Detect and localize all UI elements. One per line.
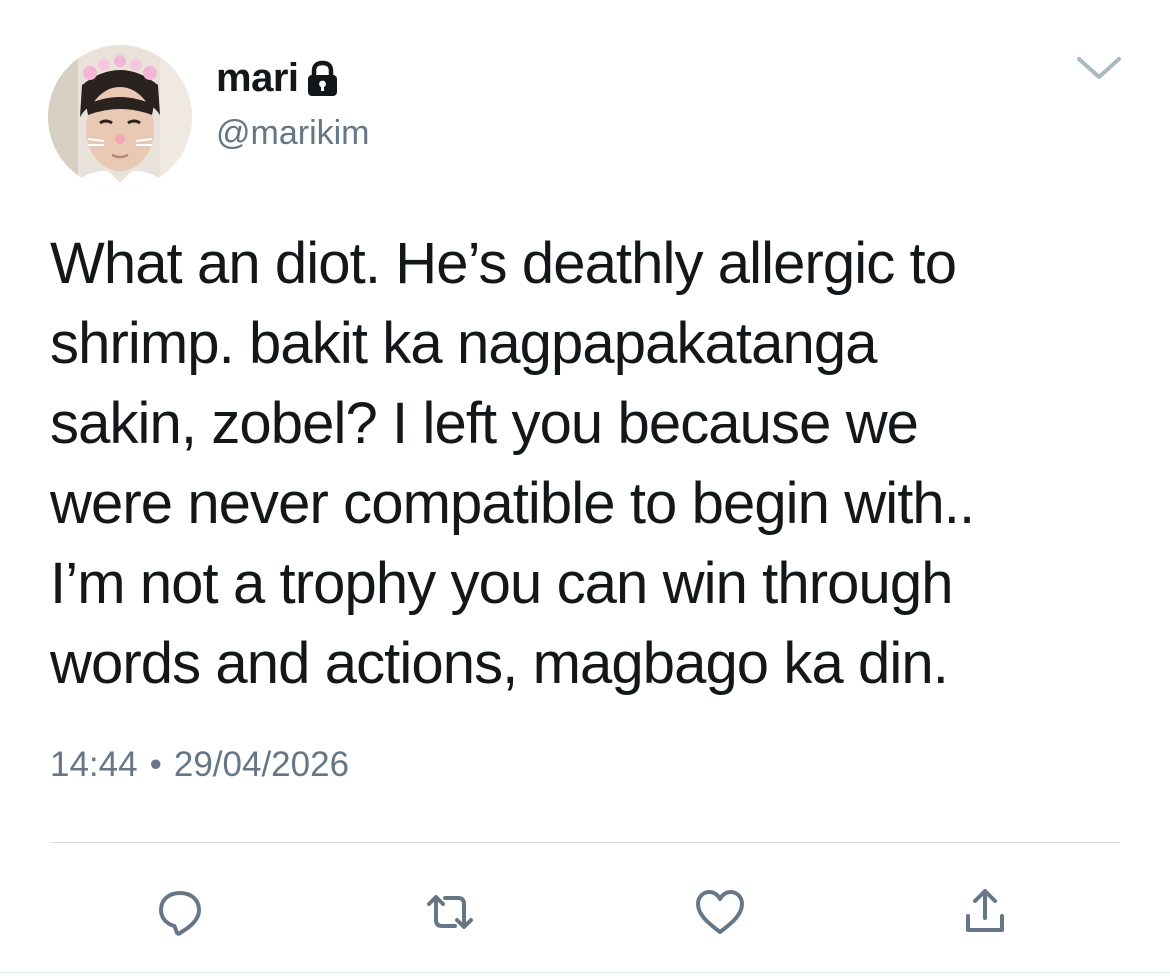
like-button[interactable]: [690, 882, 750, 942]
share-icon: [966, 889, 1004, 932]
retweet-button[interactable]: [420, 882, 480, 942]
avatar[interactable]: [48, 45, 192, 189]
tweet-card: mari @marikim What an diot. He’s deathly…: [0, 0, 1170, 977]
tweet-date: 29/04/2026: [173, 745, 350, 784]
reply-button[interactable]: [150, 882, 210, 942]
display-name[interactable]: mari: [216, 56, 299, 101]
avatar-image: [48, 45, 192, 189]
bottom-border: [0, 972, 1170, 973]
display-name-row: mari: [216, 52, 341, 104]
tweet-text: What an diot. He’s deathly allergic to s…: [50, 231, 975, 696]
tweet-timestamp: 14:44 • 29/04/2026: [50, 745, 349, 785]
tweet-time: 14:44: [50, 745, 138, 784]
timestamp-separator: •: [149, 745, 162, 784]
user-handle[interactable]: @marikim: [216, 114, 370, 153]
lock-icon: [307, 60, 337, 96]
heart-icon: [696, 890, 744, 934]
share-button[interactable]: [955, 882, 1015, 942]
reply-icon: [159, 891, 201, 936]
retweet-icon: [427, 895, 473, 929]
divider: [50, 842, 1120, 843]
action-bar: [0, 870, 1170, 950]
chevron-down-icon[interactable]: [1075, 55, 1123, 83]
